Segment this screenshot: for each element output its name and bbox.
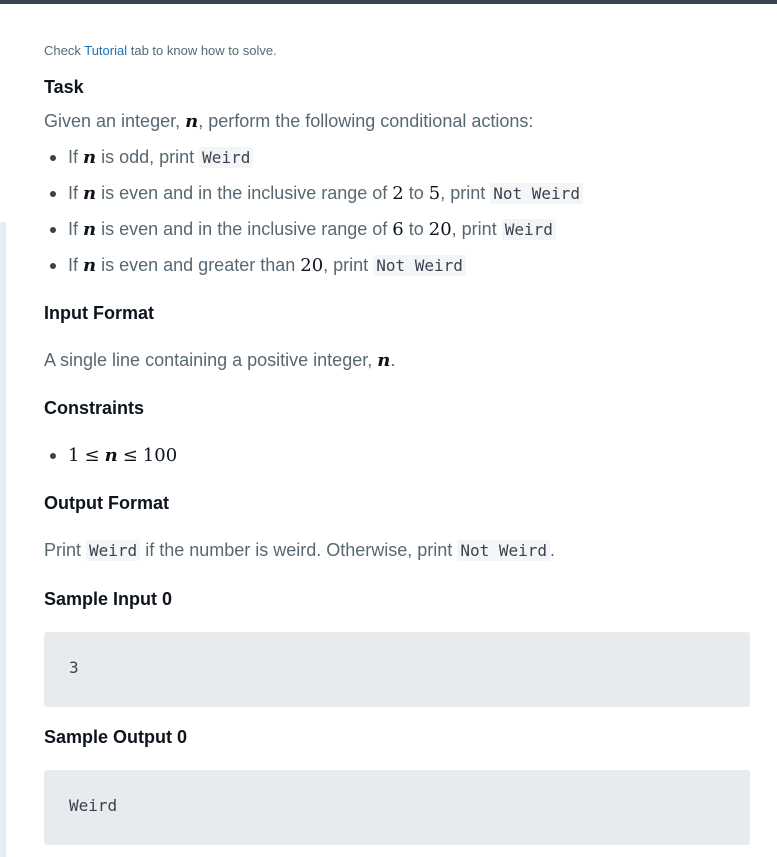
sample-input-box: 3 xyxy=(44,632,750,707)
input-format-heading: Input Format xyxy=(44,303,154,323)
rule-item: If n is even and in the inclusive range … xyxy=(44,180,583,216)
rule-item: If n is even and greater than 20, print … xyxy=(44,252,583,288)
tutorial-link[interactable]: Tutorial xyxy=(84,43,127,58)
code-not-weird: Not Weird xyxy=(490,183,583,204)
code-weird: Weird xyxy=(199,147,254,168)
rule-item: If n is odd, print Weird xyxy=(44,144,583,180)
input-format-text: A single line containing a positive inte… xyxy=(44,350,396,371)
sample-input-value: 3 xyxy=(69,658,79,677)
code-weird: Weird xyxy=(501,219,556,240)
tutorial-hint: Check Tutorial tab to know how to solve. xyxy=(44,43,277,58)
output-format-text: Print Weird if the number is weird. Othe… xyxy=(44,540,556,561)
code-weird: Weird xyxy=(86,540,141,561)
code-not-weird: Not Weird xyxy=(373,255,466,276)
left-rail xyxy=(0,222,6,857)
constraint-item: 1 ≤ n ≤ 100 xyxy=(44,442,177,478)
task-heading: Task xyxy=(44,77,84,97)
sample-output-heading: Sample Output 0 xyxy=(44,727,188,747)
code-not-weird: Not Weird xyxy=(457,540,551,561)
rules-list: If n is odd, print Weird If n is even an… xyxy=(44,144,583,288)
constraints-heading: Constraints xyxy=(44,398,145,418)
sample-output-box: Weird xyxy=(44,770,750,845)
rule-item: If n is even and in the inclusive range … xyxy=(44,216,583,252)
sample-output-value: Weird xyxy=(69,796,118,815)
sample-input-heading: Sample Input 0 xyxy=(44,589,173,609)
task-intro: Given an integer, n, perform the followi… xyxy=(44,111,534,132)
top-bar xyxy=(0,0,777,4)
output-format-heading: Output Format xyxy=(44,493,169,513)
constraints-list: 1 ≤ n ≤ 100 xyxy=(44,442,177,478)
